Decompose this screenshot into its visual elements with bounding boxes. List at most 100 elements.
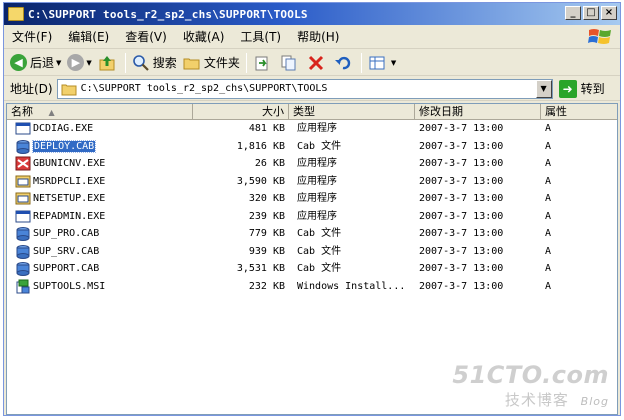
setup-icon: [15, 192, 31, 205]
menu-file[interactable]: 文件(F): [4, 27, 60, 47]
file-name[interactable]: SUP_SRV.CAB: [33, 243, 99, 260]
sort-ascending-icon: ▲: [48, 108, 55, 117]
file-row[interactable]: DEPLOY.CAB 1,816 KB Cab 文件 2007-3-7 13:00 A: [7, 138, 617, 156]
file-size: 779 KB: [248, 228, 285, 239]
file-modified: 2007-3-7 13:00: [419, 193, 504, 204]
column-header-name-label: 名称: [11, 105, 33, 118]
delete-button[interactable]: [304, 52, 331, 74]
file-name[interactable]: REPADMIN.EXE: [33, 208, 105, 225]
file-attributes: A: [545, 158, 552, 169]
back-button[interactable]: ◀ 后退 ▼: [7, 52, 64, 74]
up-button[interactable]: [95, 52, 122, 74]
column-header-size[interactable]: 大小: [193, 104, 289, 120]
minimize-button[interactable]: _: [565, 6, 581, 20]
forward-button[interactable]: ▶ ▼: [64, 52, 94, 74]
title-bar[interactable]: C:\SUPPORT tools_r2_sp2_chs\SUPPORT\TOOL…: [4, 3, 620, 25]
file-modified: 2007-3-7 13:00: [419, 280, 504, 292]
file-row[interactable]: MSRDPCLI.EXE 3,590 KB 应用程序 2007-3-7 13:00 A: [7, 173, 617, 191]
file-attributes: A: [545, 175, 552, 187]
watermark-tagline: 技术博客: [504, 391, 569, 409]
file-name[interactable]: SUP_PRO.CAB: [33, 225, 99, 242]
toolbar-separator: [245, 52, 247, 73]
file-modified: 2007-3-7 13:00: [419, 123, 504, 134]
folders-button[interactable]: 文件夹: [180, 52, 243, 74]
file-name[interactable]: DEPLOY.CAB: [31, 138, 97, 155]
file-modified: 2007-3-7 13:00: [419, 175, 504, 187]
file-type: 应用程序: [297, 175, 337, 187]
watermark-blog: Blog: [580, 395, 609, 408]
menu-favorites[interactable]: 收藏(A): [175, 27, 233, 47]
explorer-window: C:\SUPPORT tools_r2_sp2_chs\SUPPORT\TOOL…: [3, 2, 621, 416]
cab-icon: [16, 244, 30, 259]
file-name[interactable]: SUPTOOLS.MSI: [33, 278, 105, 295]
file-row[interactable]: SUPTOOLS.MSI 232 KB Windows Install... 2007…: [7, 278, 617, 296]
menu-view[interactable]: 查看(V): [117, 27, 175, 47]
maximize-button[interactable]: □: [583, 6, 599, 20]
file-name[interactable]: SUPPORT.CAB: [33, 260, 99, 277]
file-row[interactable]: REPADMIN.EXE 239 KB 应用程序 2007-3-7 13:00 A: [7, 208, 617, 226]
address-bar: 地址(D) C:\SUPPORT tools_r2_sp2_chs\SUPPOR…: [4, 77, 620, 101]
file-name[interactable]: DCDIAG.EXE: [33, 120, 93, 137]
file-row[interactable]: GBUNICNV.EXE 26 KB 应用程序 2007-3-7 13:00 A: [7, 155, 617, 173]
move-to-button[interactable]: [250, 52, 277, 74]
column-header-type[interactable]: 类型: [289, 104, 415, 120]
toolbar-separator: [360, 52, 362, 73]
folder-icon: [8, 7, 24, 21]
file-size: 481 KB: [248, 123, 285, 134]
file-size: 939 KB: [248, 245, 285, 257]
file-size: 232 KB: [248, 280, 285, 292]
file-type: Windows Install...: [297, 280, 406, 292]
file-attributes: A: [545, 123, 552, 134]
column-header-name[interactable]: 名称 ▲: [7, 104, 193, 120]
msi-icon: [16, 279, 30, 293]
move-to-icon: [255, 56, 268, 70]
cab-icon: [16, 262, 30, 276]
folders-icon: [183, 58, 200, 69]
file-row[interactable]: NETSETUP.EXE 320 KB 应用程序 2007-3-7 13:00 A: [7, 190, 617, 208]
search-button[interactable]: 搜索: [129, 52, 180, 74]
file-row[interactable]: SUP_PRO.CAB 779 KB Cab 文件 2007-3-7 13:00 A: [7, 225, 617, 243]
file-name[interactable]: GBUNICNV.EXE: [33, 155, 105, 172]
file-modified: 2007-3-7 13:00: [419, 228, 504, 239]
address-dropdown-button[interactable]: ▼: [535, 79, 552, 98]
undo-icon: [334, 56, 351, 69]
file-type: Cab 文件: [297, 245, 342, 257]
file-row[interactable]: SUP_SRV.CAB 939 KB Cab 文件 2007-3-7 13:00 A: [7, 243, 617, 261]
file-size: 26 KB: [254, 158, 285, 169]
file-attributes: A: [545, 140, 552, 152]
file-row[interactable]: SUPPORT.CAB 3,531 KB Cab 文件 2007-3-7 13:00 A: [7, 260, 617, 278]
file-name[interactable]: NETSETUP.EXE: [33, 190, 105, 207]
back-label: 后退: [30, 56, 55, 70]
menu-edit[interactable]: 编辑(E): [60, 27, 117, 47]
standard-toolbar: ◀ 后退 ▼ ▶ ▼ 搜索 文件夹 ▼: [4, 50, 620, 76]
file-type: 应用程序: [297, 210, 337, 222]
file-size: 1,816 KB: [236, 140, 285, 152]
file-attributes: A: [545, 245, 552, 257]
undo-button[interactable]: [331, 52, 358, 74]
file-type: 应用程序: [297, 123, 337, 134]
delete-x-icon: [308, 55, 323, 70]
back-dropdown-icon[interactable]: ▼: [56, 59, 61, 67]
back-arrow-icon: ◀: [10, 54, 27, 71]
column-header-modified[interactable]: 修改日期: [415, 104, 541, 120]
window-controls: _ □ ×: [565, 6, 617, 20]
close-button[interactable]: ×: [601, 6, 617, 20]
file-size: 3,590 KB: [236, 175, 285, 187]
copy-to-button[interactable]: [277, 52, 304, 74]
file-row[interactable]: DCDIAG.EXE 481 KB 应用程序 2007-3-7 13:00 A: [7, 120, 617, 138]
copy-to-icon: [281, 55, 296, 70]
address-input[interactable]: C:\SUPPORT tools_r2_sp2_chs\SUPPORT\TOOL…: [56, 78, 553, 99]
column-header-attributes[interactable]: 属性: [541, 104, 617, 120]
menu-bar: 文件(F) 编辑(E) 查看(V) 收藏(A) 工具(T) 帮助(H): [4, 25, 620, 49]
views-button[interactable]: ▼: [365, 52, 399, 74]
forward-dropdown-icon[interactable]: ▼: [86, 59, 91, 67]
address-label: 地址(D): [10, 82, 53, 96]
menu-tools[interactable]: 工具(T): [232, 27, 289, 47]
file-list[interactable]: 名称 ▲ 大小 类型 修改日期 属性 DCDIAG.EXE 481 KB 应用程序 2…: [6, 103, 618, 415]
exe-icon: [15, 122, 31, 135]
go-button[interactable]: ➜ 转到: [558, 79, 605, 98]
file-attributes: A: [545, 210, 552, 222]
menu-help[interactable]: 帮助(H): [289, 27, 347, 47]
file-name[interactable]: MSRDPCLI.EXE: [33, 173, 105, 190]
window-title: C:\SUPPORT tools_r2_sp2_chs\SUPPORT\TOOL…: [28, 7, 308, 21]
